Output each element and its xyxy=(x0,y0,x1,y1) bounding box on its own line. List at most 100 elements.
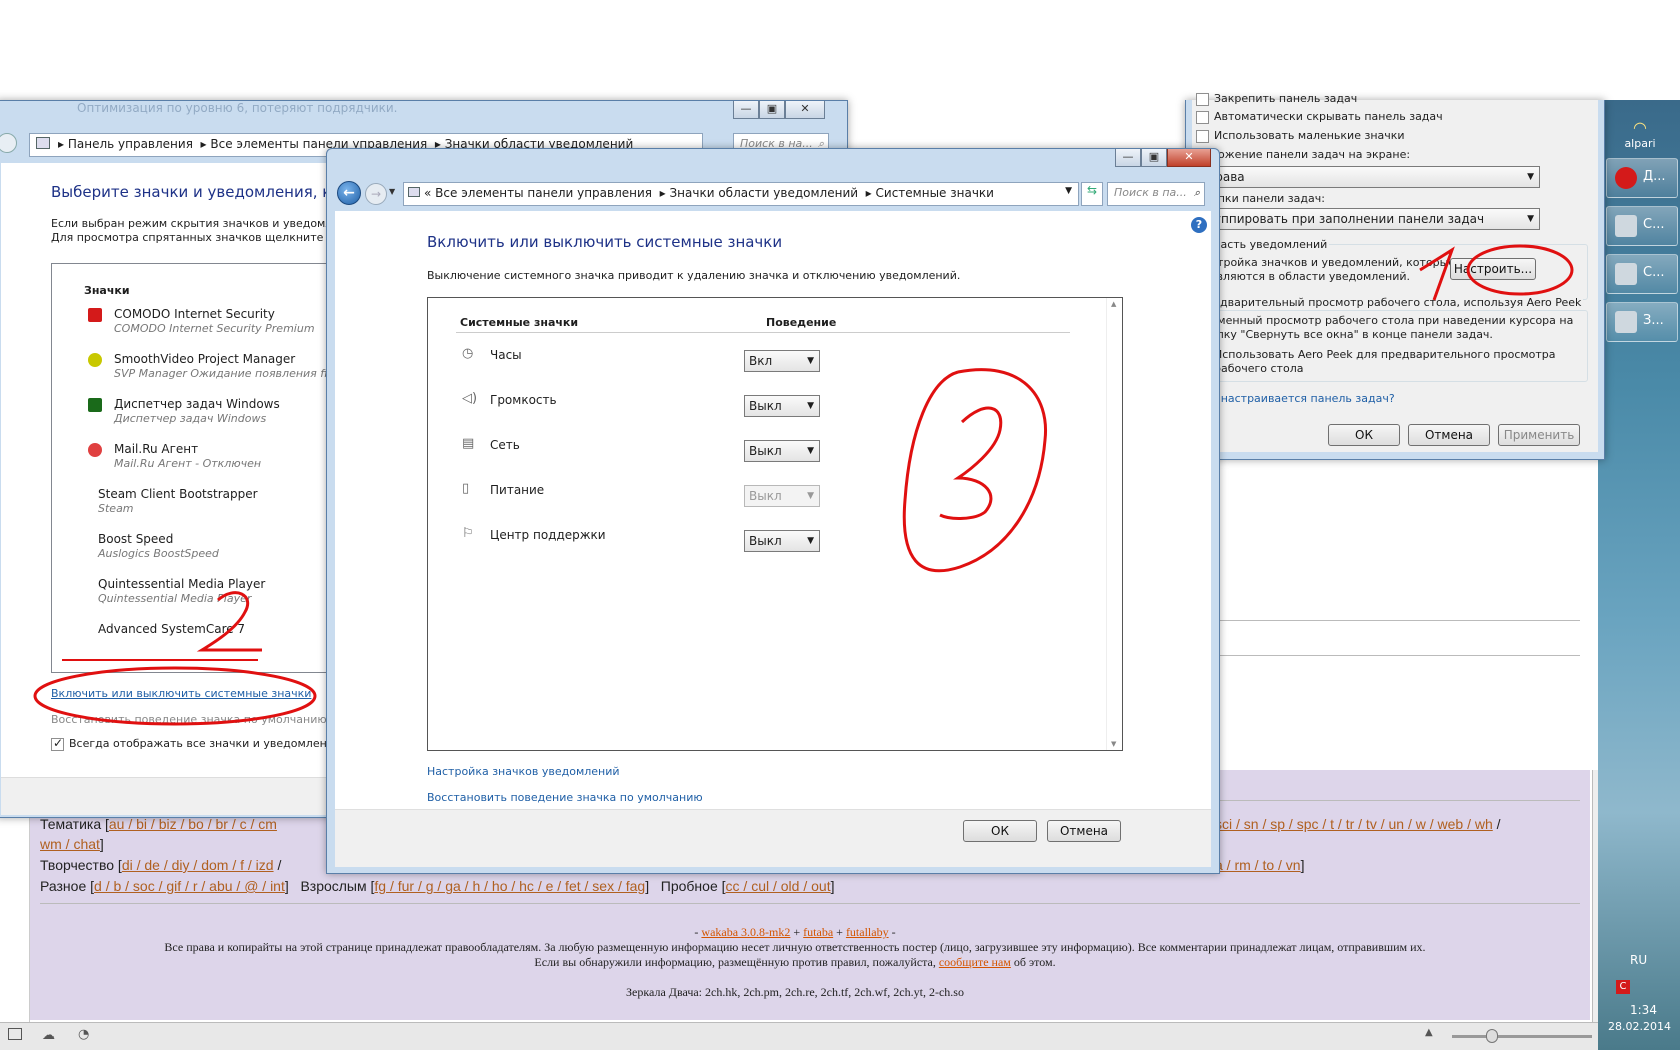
lock-taskbar-checkbox[interactable]: Закрепить панель задач xyxy=(1196,92,1357,106)
gauge-icon[interactable]: ◔ xyxy=(78,1027,89,1042)
close-button[interactable]: ✕ xyxy=(1167,149,1211,167)
behavior-select[interactable]: Выкл ▼ xyxy=(744,440,820,462)
header-divider xyxy=(456,332,1070,333)
cloud-icon[interactable]: ☁ xyxy=(42,1028,55,1043)
behavior-select[interactable]: Вкл ▼ xyxy=(744,350,820,372)
footer-report: Если вы обнаружили информацию, размещённ… xyxy=(0,955,1590,970)
help-icon[interactable]: ? xyxy=(1191,217,1207,233)
minimize-button[interactable]: — xyxy=(733,101,759,119)
maximize-button[interactable]: ▣ xyxy=(759,101,785,119)
small-icons-checkbox[interactable]: Использовать маленькие значки xyxy=(1196,129,1405,143)
restore-defaults-link[interactable]: Восстановить поведение значка по умолчан… xyxy=(427,791,703,804)
comodo-icon xyxy=(88,308,102,322)
sun-icon: ◠ xyxy=(1633,118,1647,137)
taskbar-button-control-panel[interactable]: С... xyxy=(1606,254,1678,294)
futaba-link[interactable]: futaba xyxy=(803,925,833,939)
description: Если выбран режим скрытия значков и увед… xyxy=(51,217,340,230)
zoom-slider[interactable] xyxy=(1452,1035,1592,1038)
row-label: Пробное xyxy=(660,878,718,894)
system-icon-row: ▤ Сеть Выкл ▼ xyxy=(462,434,1062,464)
board-link-list[interactable]: wm / chat xyxy=(40,836,100,852)
comodo-tray-icon[interactable]: C xyxy=(1616,980,1630,994)
report-link[interactable]: сообщите нам xyxy=(939,955,1011,969)
wakaba-link[interactable]: wakaba 3.0.8-mk2 xyxy=(701,925,790,939)
item-subtitle: COMODO Internet Security Premium xyxy=(114,322,315,335)
checkbox[interactable] xyxy=(1196,129,1209,143)
apply-button[interactable]: Применить xyxy=(1498,424,1580,446)
address-bar[interactable]: « Все элементы панели управления ▸ Значк… xyxy=(403,182,1079,206)
chevron-down-icon[interactable]: ▼ xyxy=(1065,186,1072,196)
breadcrumb-overflow[interactable]: « xyxy=(424,186,431,200)
logo-text: alpari xyxy=(1624,137,1656,150)
system-icons-window: — ▣ ✕ ← → ▼ « Все элементы панели управл… xyxy=(326,148,1220,874)
help-link[interactable]: Как настраивается панель задач? xyxy=(1196,392,1395,405)
system-icons-client: ? Включить или выключить системные значк… xyxy=(335,211,1211,809)
breadcrumb-item[interactable]: Значки области уведомлений xyxy=(669,186,858,200)
clock-time[interactable]: 1:34 xyxy=(1630,1003,1657,1017)
system-icons-link[interactable]: Включить или выключить системные значки xyxy=(51,687,311,700)
board-link-list[interactable]: di / de / diy / dom / f / izd xyxy=(122,857,274,873)
alpari-logo[interactable]: ◠ alpari xyxy=(1620,118,1660,150)
forward-arrow-icon[interactable]: → xyxy=(365,183,387,205)
board-link-list[interactable]: a / rm / to / vn xyxy=(1215,857,1301,873)
row-label: Взрослым xyxy=(300,878,367,894)
behavior-select[interactable]: Выкл ▼ xyxy=(744,530,820,552)
language-indicator[interactable]: RU xyxy=(1630,953,1647,967)
footer-text: об этом. xyxy=(1013,955,1056,969)
behavior-select[interactable]: Выкл ▼ xyxy=(744,395,820,417)
table-scrollbar[interactable]: ▲ ▼ xyxy=(1106,298,1122,750)
maximize-button[interactable]: ▣ xyxy=(1141,149,1167,167)
customize-notif-link[interactable]: Настройка значков уведомлений xyxy=(427,765,620,778)
clock-date[interactable]: 28.02.2014 xyxy=(1608,1020,1671,1033)
item-subtitle: Mail.Ru Агент - Отключен xyxy=(114,457,262,470)
history-chevron-icon[interactable]: ▼ xyxy=(389,187,395,196)
back-icon[interactable] xyxy=(0,133,17,153)
boards-row-thematic-cont: sci / sn / sp / spc / t / tr / tv / un /… xyxy=(1215,816,1501,832)
breadcrumb: « Все элементы панели управления ▸ Значк… xyxy=(424,186,994,200)
checkbox[interactable] xyxy=(51,736,64,751)
ok-button[interactable]: ОК xyxy=(963,820,1037,842)
taskbar-button-notif-icons[interactable]: З... xyxy=(1606,302,1678,342)
breadcrumb-item[interactable]: Панель управления xyxy=(68,137,193,151)
minimize-button[interactable]: — xyxy=(1115,149,1141,167)
always-show-checkbox[interactable]: Всегда отображать все значки и уведомлен… xyxy=(51,736,351,751)
position-select[interactable]: Справа ▼ xyxy=(1194,166,1540,188)
taskbar-button-opera[interactable]: Д... xyxy=(1606,158,1678,198)
scroll-up-icon[interactable]: ▲ xyxy=(1425,1027,1433,1038)
board-link-list[interactable]: sci / sn / sp / spc / t / tr / tv / un /… xyxy=(1215,816,1493,832)
checkbox[interactable] xyxy=(1196,92,1209,106)
close-button[interactable]: ✕ xyxy=(785,101,825,119)
search-input[interactable]: Поиск в па... ⌕ xyxy=(1107,182,1205,206)
buttons-select[interactable]: Группировать при заполнении панели задач… xyxy=(1194,208,1540,230)
taskbar-button-settings[interactable]: С... xyxy=(1606,206,1678,246)
description: Выключение системного значка приводит к … xyxy=(427,269,961,282)
select-value: Выкл xyxy=(749,534,782,548)
footer-engine: - wakaba 3.0.8-mk2 + futaba + futallaby … xyxy=(694,925,896,939)
board-link-list[interactable]: fg / fur / g / ga / h / ho / hc / e / fe… xyxy=(374,878,645,894)
chevron-down-icon: ▼ xyxy=(807,401,814,411)
customize-button[interactable]: Настроить... xyxy=(1450,258,1536,280)
futallaby-link[interactable]: futallaby xyxy=(846,925,889,939)
back-arrow-icon[interactable]: ← xyxy=(337,181,361,205)
breadcrumb-item[interactable]: Все элементы панели управления xyxy=(435,186,652,200)
footer-text: Если вы обнаружили информацию, размещённ… xyxy=(534,955,936,969)
board-link-list[interactable]: au / bi / biz / bo / br / c / cm xyxy=(109,816,277,832)
restore-defaults-link[interactable]: Восстановить поведение значка по умолчан… xyxy=(51,713,327,726)
zoom-slider-thumb[interactable] xyxy=(1486,1029,1498,1043)
board-link-list[interactable]: d / b / soc / gif / r / abu / @ / int xyxy=(94,878,285,894)
cancel-button[interactable]: Отмена xyxy=(1047,820,1121,842)
breadcrumb-item[interactable]: Системные значки xyxy=(876,186,994,200)
ok-button[interactable]: ОК xyxy=(1328,424,1400,446)
autohide-checkbox[interactable]: Автоматически скрывать панель задач xyxy=(1196,110,1443,124)
refresh-button[interactable]: ⇆ xyxy=(1081,182,1103,206)
cancel-button[interactable]: Отмена xyxy=(1408,424,1490,446)
scroll-up-icon[interactable]: ▲ xyxy=(1111,300,1116,308)
system-icon-name: Громкость xyxy=(490,393,557,407)
checkbox[interactable] xyxy=(1196,110,1209,124)
item-name: Steam Client Bootstrapper xyxy=(98,487,258,501)
aero-peek-checkbox[interactable]: Использовать Aero Peek для предварительн… xyxy=(1196,347,1556,362)
page-title: Выберите значки и уведомления, кото xyxy=(51,183,359,201)
window-icon[interactable] xyxy=(8,1028,22,1040)
board-link-list[interactable]: cc / cul / old / out xyxy=(726,878,831,894)
scroll-down-icon[interactable]: ▼ xyxy=(1111,740,1116,748)
